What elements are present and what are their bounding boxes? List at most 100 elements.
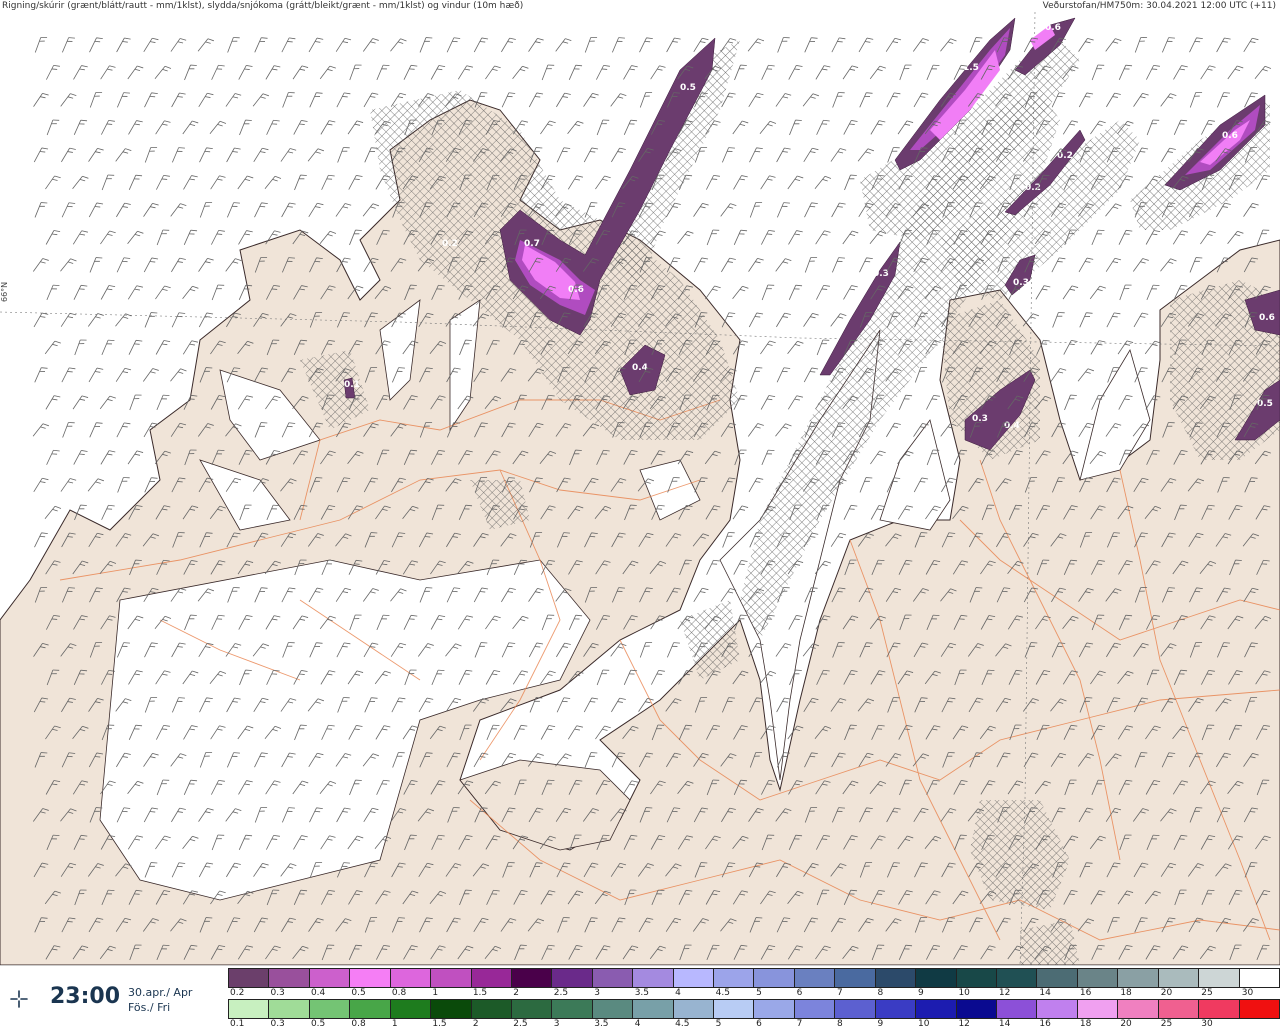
rain-scale-swatch bbox=[1199, 999, 1240, 1019]
snow-scale-swatch bbox=[916, 968, 957, 988]
snow-scale-swatch bbox=[431, 968, 472, 988]
snow-scale-swatch bbox=[714, 968, 755, 988]
precip-label: 0.2 bbox=[442, 239, 458, 249]
snow-scale-swatch bbox=[1158, 968, 1200, 988]
snow-scale-swatch bbox=[754, 968, 795, 988]
rain-scale-label: 1 bbox=[391, 1019, 398, 1029]
wind-icon bbox=[10, 990, 28, 1008]
rain-scale-swatch bbox=[1037, 999, 1078, 1019]
precip-label: 0.3 bbox=[873, 269, 889, 279]
rain-scale-label: 14 bbox=[998, 1019, 1011, 1029]
rain-scale-label: 12 bbox=[958, 1019, 970, 1029]
snow-scale-swatch bbox=[390, 968, 432, 988]
rain-scale-label: 4.5 bbox=[675, 1019, 690, 1029]
precip-label: 0.6 bbox=[568, 285, 584, 295]
rain-color-scale bbox=[228, 999, 1280, 1019]
rain-scale-label: 1.5 bbox=[432, 1019, 447, 1029]
precip-label: 0.6 bbox=[1259, 313, 1275, 323]
rain-scale-swatch bbox=[1239, 999, 1280, 1019]
rain-scale-label: 25 bbox=[1160, 1019, 1173, 1029]
snow-scale-swatch bbox=[309, 968, 351, 988]
snow-scale-swatch bbox=[794, 968, 836, 988]
rain-scale-label: 3.5 bbox=[594, 1019, 609, 1029]
rain-scale-swatch bbox=[269, 999, 310, 1019]
snow-scale-swatch bbox=[228, 968, 270, 988]
precip-label: 0.2 bbox=[1025, 183, 1041, 193]
snow-scale-swatch bbox=[1077, 968, 1119, 988]
rain-scale-label: 6 bbox=[756, 1019, 762, 1029]
forecast-weekday: Fös./ Fri bbox=[128, 1001, 171, 1014]
rain-scale-label: 18 bbox=[1079, 1019, 1092, 1029]
rain-scale-swatch bbox=[228, 999, 270, 1019]
rain-scale-swatch bbox=[673, 999, 715, 1019]
rain-scale-swatch bbox=[956, 999, 998, 1019]
snow-scale-swatch bbox=[552, 968, 593, 988]
rain-scale-label: 30 bbox=[1201, 1019, 1213, 1029]
rain-scale-swatch bbox=[431, 999, 472, 1019]
rain-scale-labels: 0.1 0.3 0.5 0.8 1 1.5 2 2.5 3 3.5 4 4.5 5 6 7 8 9 10 12 14 1… bbox=[228, 1019, 1280, 1031]
rain-scale-label: 10 bbox=[917, 1019, 930, 1029]
rain-scale-swatch bbox=[511, 999, 553, 1019]
snow-scale-swatch bbox=[1037, 968, 1078, 988]
weather-map: 0.5 1.5 0.6 0.6 0.2 0.2 0.7 0.6 0.4 0.3 … bbox=[0, 12, 1280, 965]
rain-scale-label: 20 bbox=[1120, 1019, 1132, 1029]
rain-scale-swatch bbox=[471, 999, 512, 1019]
snow-scale-swatch bbox=[633, 968, 674, 988]
rain-scale-label: 8 bbox=[837, 1019, 843, 1029]
model-run-info: Veðurstofan/HM750m: 30.04.2021 12:00 UTC… bbox=[1042, 1, 1276, 11]
snow-scale-swatch bbox=[673, 968, 715, 988]
rain-scale-label: 5 bbox=[715, 1019, 722, 1029]
rain-scale-swatch bbox=[997, 999, 1038, 1019]
rain-scale-label: 7 bbox=[796, 1019, 803, 1029]
snow-scale-swatch bbox=[511, 968, 553, 988]
rain-scale-swatch bbox=[794, 999, 836, 1019]
snow-scale-swatch bbox=[269, 968, 310, 988]
rain-scale-swatch bbox=[754, 999, 795, 1019]
rain-scale-label: 16 bbox=[1039, 1019, 1051, 1029]
time-panel: 23:00 30.apr./ Apr Fös./ Fri bbox=[0, 966, 225, 1031]
rain-scale-label: 9 bbox=[877, 1019, 884, 1029]
precip-label: 0.5 bbox=[680, 83, 696, 93]
rain-scale-swatch bbox=[592, 999, 634, 1019]
snow-scale-swatch bbox=[592, 968, 634, 988]
rain-scale-swatch bbox=[1118, 999, 1159, 1019]
latitude-label: 66°N bbox=[0, 281, 9, 302]
rain-scale-swatch bbox=[390, 999, 432, 1019]
snow-scale-swatch bbox=[350, 968, 391, 988]
map-title: Rigning/skúrir (grænt/blátt/rautt - mm/1… bbox=[2, 1, 524, 11]
rain-scale-swatch bbox=[1158, 999, 1200, 1019]
rain-scale-label: 0.8 bbox=[351, 1019, 366, 1029]
snow-color-scale bbox=[228, 968, 1280, 988]
rain-scale-swatch bbox=[552, 999, 593, 1019]
rain-scale-label: 0.1 bbox=[230, 1019, 245, 1029]
rain-scale-label: 2.5 bbox=[513, 1019, 528, 1029]
rain-scale-swatch bbox=[1077, 999, 1119, 1019]
rain-scale-swatch bbox=[633, 999, 674, 1019]
snow-scale-swatch bbox=[1118, 968, 1159, 988]
rain-scale-label: 0.3 bbox=[270, 1019, 285, 1029]
snow-scale-swatch bbox=[997, 968, 1038, 988]
precip-label: 0.6 bbox=[1045, 23, 1061, 33]
precip-label: 0.7 bbox=[524, 239, 540, 249]
snow-scale-swatch bbox=[471, 968, 512, 988]
snow-scale-swatch bbox=[875, 968, 917, 988]
rain-scale-label bbox=[1240, 1019, 1280, 1031]
rain-scale-swatch bbox=[916, 999, 957, 1019]
snow-scale-swatch bbox=[1239, 968, 1280, 988]
rain-scale-swatch bbox=[309, 999, 351, 1019]
legend-footer: 23:00 30.apr./ Apr Fös./ Fri 0.2 0.3 0.4 0.… bbox=[0, 965, 1280, 1031]
rain-scale-swatch bbox=[350, 999, 391, 1019]
precip-label: 1.5 bbox=[963, 63, 979, 73]
rain-scale-swatch bbox=[835, 999, 876, 1019]
rain-scale-swatch bbox=[875, 999, 917, 1019]
rain-scale-label: 3 bbox=[553, 1019, 560, 1029]
snow-scale-swatch bbox=[956, 968, 998, 988]
snow-scale-swatch bbox=[1199, 968, 1240, 988]
forecast-date: 30.apr./ Apr bbox=[128, 986, 193, 999]
rain-scale-swatch bbox=[714, 999, 755, 1019]
rain-scale-label: 2 bbox=[472, 1019, 479, 1029]
rain-scale-label: 4 bbox=[634, 1019, 641, 1029]
precip-label: 0.1 bbox=[344, 380, 360, 390]
forecast-time: 23:00 bbox=[50, 984, 121, 1009]
snow-scale-swatch bbox=[835, 968, 876, 988]
